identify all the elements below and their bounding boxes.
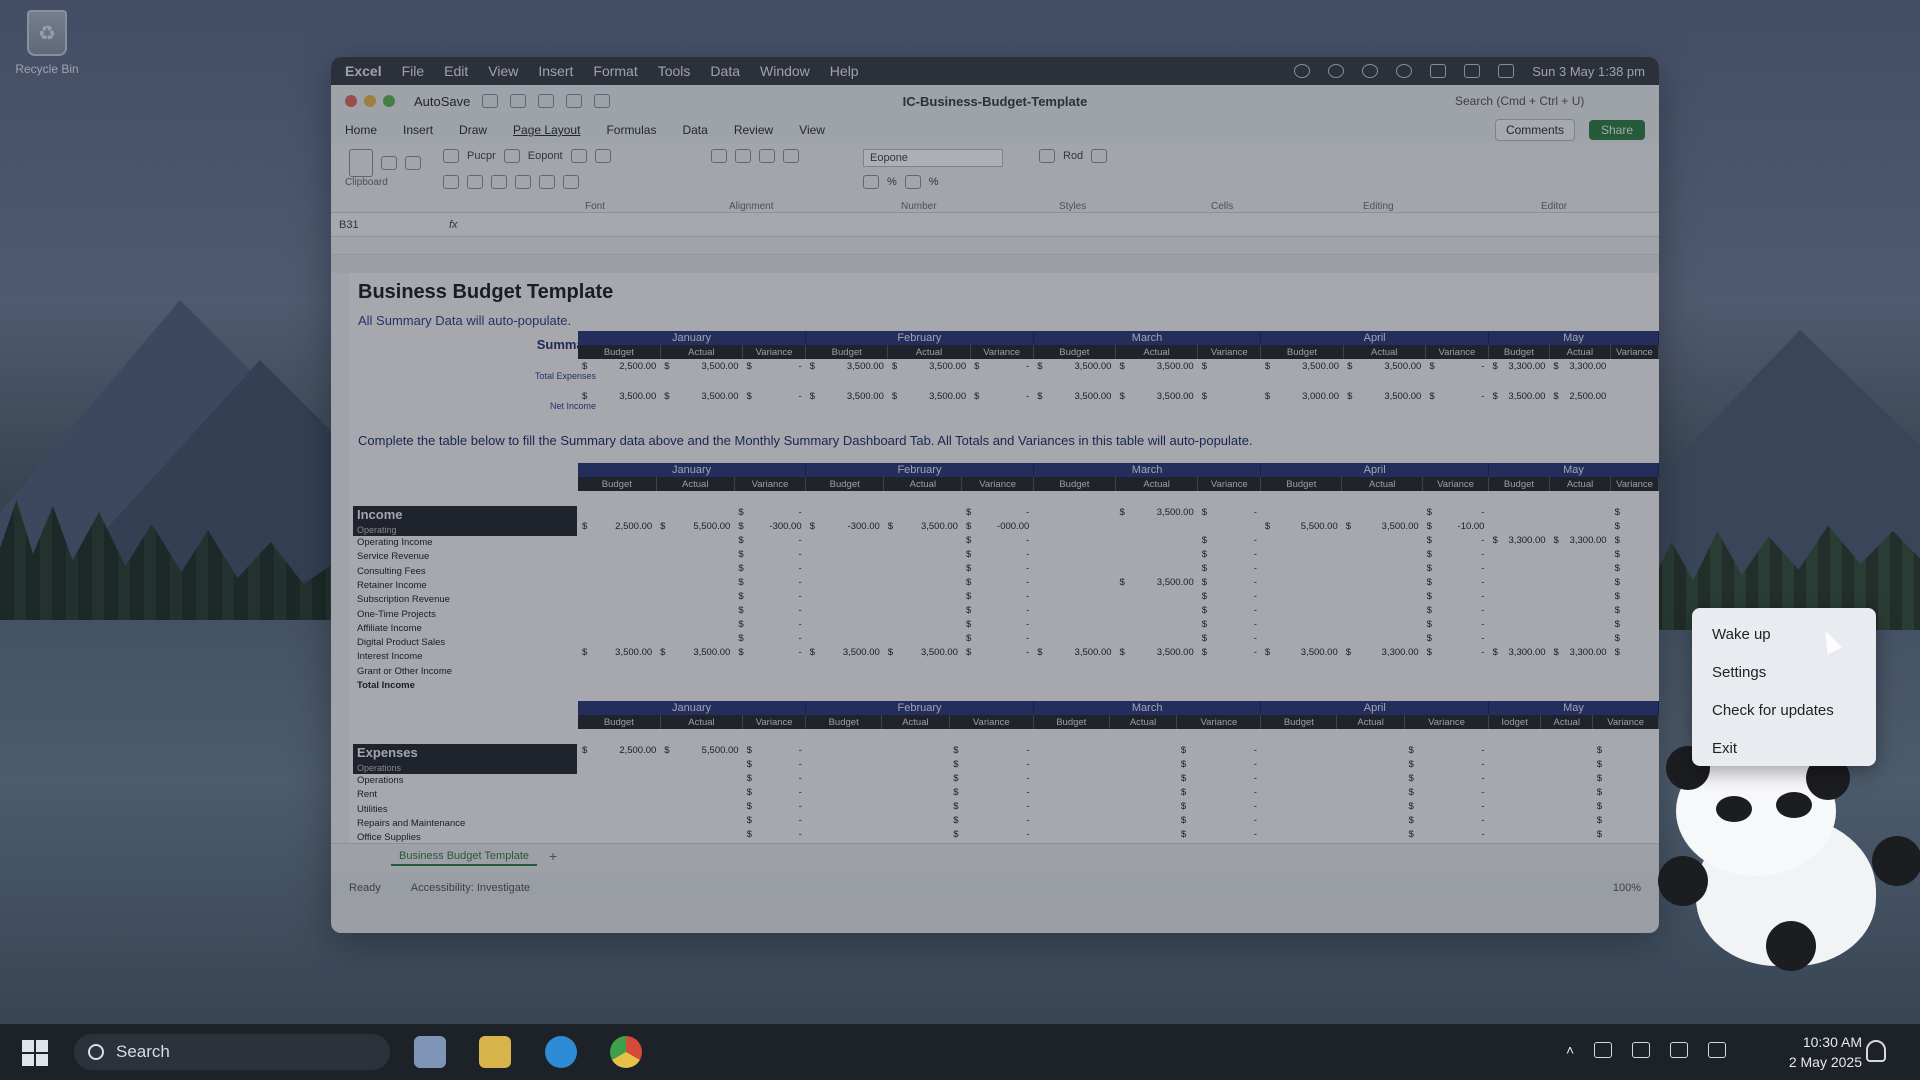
taskbar-clock[interactable]: 10:30 AM 2 May 2025 [1766,1032,1862,1072]
edge-browser-icon[interactable] [545,1036,577,1068]
panda-context-menu: Wake up Settings Check for updates Exit [1692,608,1876,766]
windows-logo-icon [22,1054,34,1066]
panda-paw-left [1658,856,1708,906]
menu-item-check-updates[interactable]: Check for updates [1692,692,1876,730]
panda-foot [1766,921,1816,971]
tray-app-icon[interactable] [1594,1042,1613,1058]
taskbar-search-label: Search [116,1042,170,1061]
system-tray: ˄ [1566,1042,1727,1058]
wifi-icon[interactable] [1632,1042,1651,1058]
taskbar: Search ˄ 10:30 AM 2 May 2025 [0,1024,1920,1080]
start-button[interactable] [22,1040,48,1066]
windows-logo-icon [36,1040,48,1052]
taskbar-app-icon[interactable] [414,1036,446,1068]
file-explorer-icon[interactable] [479,1036,511,1068]
panda-eye-right [1776,792,1812,818]
taskbar-search[interactable]: Search [74,1034,390,1070]
panda-eye-left [1716,796,1752,822]
volume-icon[interactable] [1708,1042,1727,1058]
menu-item-exit[interactable]: Exit [1692,730,1876,768]
notification-bell-icon[interactable] [1866,1040,1886,1062]
chrome-browser-icon[interactable] [610,1036,642,1068]
taskbar-time: 10:30 AM [1802,1034,1862,1050]
windows-logo-icon [22,1040,34,1052]
chevron-up-icon[interactable]: ˄ [1566,1042,1574,1058]
taskbar-date: 2 May 2025 [1788,1054,1862,1070]
battery-icon[interactable] [1670,1042,1689,1058]
search-icon [88,1044,104,1060]
menu-item-settings[interactable]: Settings [1692,654,1876,692]
screen-dim-overlay [0,0,1920,1024]
panda-paw-right [1872,836,1920,886]
windows-logo-icon [36,1054,48,1066]
menu-item-wake-up[interactable]: Wake up [1692,616,1876,654]
panda-mascot[interactable] [1636,746,1920,976]
